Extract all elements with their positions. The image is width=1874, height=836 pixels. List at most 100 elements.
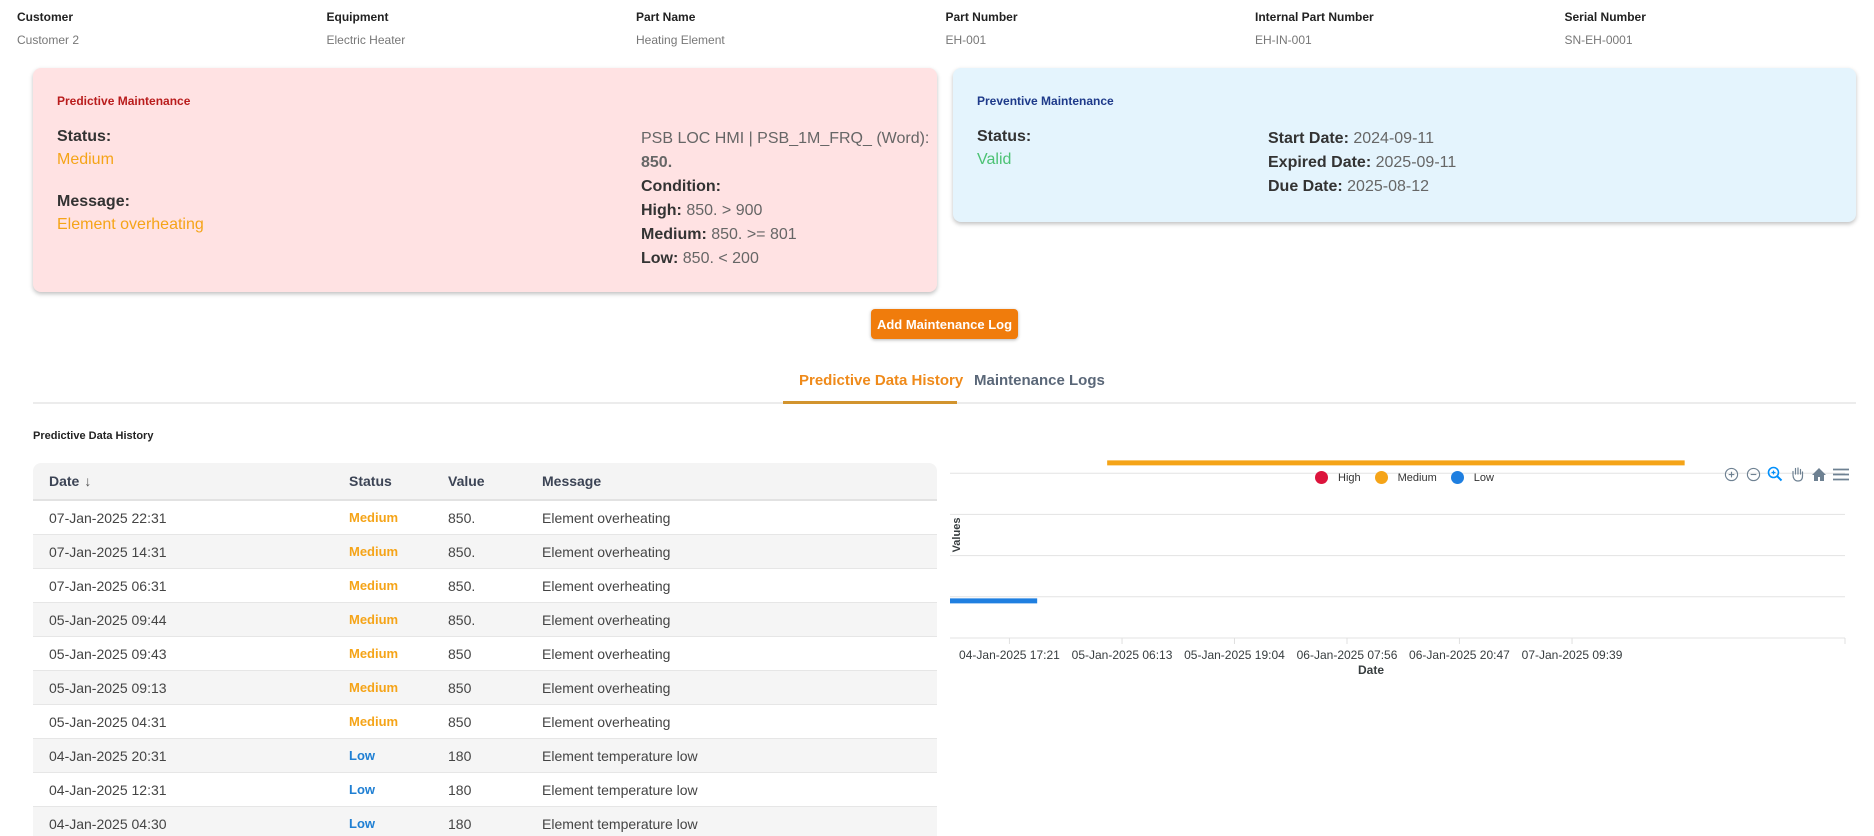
predictive-history-table: Date ↓ Status Value Message 07-Jan-2025 2… <box>33 463 937 836</box>
info-value: EH-IN-001 <box>1255 33 1312 47</box>
condition-high: High: 850. > 900 <box>641 199 929 223</box>
condition-low: Low: 850. < 200 <box>641 247 929 271</box>
zoom-in-icon[interactable] <box>1723 466 1739 482</box>
add-maintenance-log-button[interactable]: Add Maintenance Log <box>871 309 1018 339</box>
sort-down-arrow-icon[interactable]: ↓ <box>84 473 91 489</box>
info-value: Heating Element <box>636 33 725 47</box>
info-label: Serial Number <box>1564 10 1646 24</box>
cell-message: Element overheating <box>542 713 671 730</box>
status-value: Medium <box>57 151 114 168</box>
legend-marker-medium <box>1374 471 1388 484</box>
cell-message: Element overheating <box>542 577 671 594</box>
tag-value: 850. <box>641 154 673 171</box>
menu-icon[interactable] <box>1833 466 1849 482</box>
table-row[interactable]: 05-Jan-2025 09:44 Medium 850. Element overh… <box>33 603 937 637</box>
cell-message: Element overheating <box>542 509 671 526</box>
legend-marker-high <box>1315 471 1328 484</box>
message-label: Message: <box>57 193 130 210</box>
cell-date: 07-Jan-2025 22:31 <box>49 509 167 526</box>
info-customer: Customer Customer 2 <box>17 10 327 47</box>
legend-marker-low <box>1450 471 1464 484</box>
cell-date: 04-Jan-2025 04:30 <box>49 815 167 832</box>
zoom-out-icon[interactable] <box>1745 466 1761 482</box>
condition-medium-text: 850. >= 801 <box>711 226 797 243</box>
table-row[interactable]: 07-Jan-2025 06:31 Medium 850. Element overh… <box>33 569 937 603</box>
message-value: Element overheating <box>57 216 204 233</box>
cell-date: 05-Jan-2025 04:31 <box>49 713 167 730</box>
status-label: Status: <box>977 128 1032 145</box>
expired-date: Expired Date: 2025-09-11 <box>1268 151 1456 175</box>
condition-block: PSB LOC HMI | PSB_1M_FRQ_ (Word): 850. C… <box>641 127 929 271</box>
cell-date: 07-Jan-2025 14:31 <box>49 543 167 560</box>
legend-item-high[interactable]: High <box>1315 471 1361 484</box>
cell-message: Element overheating <box>542 543 671 560</box>
cell-status: Medium <box>349 544 399 559</box>
cell-date: 04-Jan-2025 20:31 <box>49 747 167 764</box>
predictive-chart: High Medium Low 0200400600800100004-Jan-… <box>847 427 1874 836</box>
info-equipment: Equipment Electric Heater <box>327 10 637 47</box>
legend-label: Low <box>1473 471 1494 484</box>
info-label: Equipment <box>326 10 389 24</box>
dates-block: Start Date: 2024-09-11 Expired Date: 202… <box>1268 127 1456 199</box>
table-header: Date ↓ Status Value Message <box>33 463 937 501</box>
table-row[interactable]: 05-Jan-2025 04:31 Medium 850 Element overhe… <box>33 705 937 739</box>
condition-medium: Medium: 850. >= 801 <box>641 223 929 247</box>
table-row[interactable]: 05-Jan-2025 09:13 Medium 850 Element overhe… <box>33 671 937 705</box>
cell-value: 180 <box>448 815 472 832</box>
reset-home-icon[interactable] <box>1811 466 1827 482</box>
active-tab-indicator <box>783 401 957 404</box>
preventive-maintenance-card: Preventive Maintenance Status: Valid Sta… <box>953 68 1856 222</box>
legend-item-low[interactable]: Low <box>1450 471 1494 484</box>
column-header-label: Date <box>49 473 80 489</box>
chart-toolbar <box>1723 466 1849 482</box>
cell-message: Element temperature low <box>542 747 698 764</box>
table-row[interactable]: 04-Jan-2025 12:31 Low 180 Element temperatu… <box>33 773 937 807</box>
chart-plot: 0200400600800100004-Jan-2025 04:3004-Jan… <box>847 427 1846 677</box>
table-row[interactable]: 04-Jan-2025 04:30 Low 180 Element temperatu… <box>33 807 937 836</box>
table-row[interactable]: 07-Jan-2025 22:31 Medium 850. Element overh… <box>33 501 937 535</box>
tab-bar: Predictive Data History Maintenance Logs <box>33 360 1856 404</box>
cell-message: Element overheating <box>542 645 671 662</box>
cell-status: Medium <box>349 578 399 593</box>
info-value: EH-001 <box>945 33 987 47</box>
column-header-value[interactable]: Value <box>448 473 542 489</box>
predictive-maintenance-card: Predictive Maintenance Status: Medium Me… <box>33 68 937 292</box>
legend-item-medium[interactable]: Medium <box>1374 471 1437 484</box>
expired-date-value: 2025-09-11 <box>1375 154 1457 171</box>
tab-predictive-data-history[interactable]: Predictive Data History <box>799 372 963 389</box>
x-tick-label: 04-Jan-2025 17:21 <box>959 648 1060 662</box>
condition-low-text: 850. < 200 <box>682 250 759 267</box>
section-title: Predictive Data History <box>33 430 154 442</box>
card-title: Predictive Maintenance <box>57 94 191 108</box>
info-value: SN-EH-0001 <box>1564 33 1633 47</box>
cell-status: Medium <box>349 510 399 525</box>
info-serial-number: Serial Number SN-EH-0001 <box>1565 10 1874 47</box>
pan-hand-icon[interactable] <box>1789 466 1805 482</box>
x-tick-label: 05-Jan-2025 19:04 <box>1184 648 1285 662</box>
cell-value: 850. <box>448 577 476 594</box>
expired-date-label: Expired Date: <box>1268 154 1372 171</box>
cell-status: Medium <box>349 680 399 695</box>
cell-status: Medium <box>349 714 399 729</box>
column-header-status[interactable]: Status <box>349 473 448 489</box>
cell-value: 850. <box>448 611 476 628</box>
table-row[interactable]: 07-Jan-2025 14:31 Medium 850. Element overh… <box>33 535 937 569</box>
start-date-label: Start Date: <box>1268 130 1349 147</box>
chart-legend: High Medium Low <box>1315 471 1508 484</box>
x-tick-label: 05-Jan-2025 06:13 <box>1072 648 1173 662</box>
column-header-message[interactable]: Message <box>542 473 937 489</box>
cell-value: 850 <box>448 713 472 730</box>
cell-status: Low <box>349 748 375 763</box>
cell-date: 05-Jan-2025 09:43 <box>49 645 167 662</box>
table-row[interactable]: 04-Jan-2025 20:31 Low 180 Element temperatu… <box>33 739 937 773</box>
info-value: Electric Heater <box>326 33 406 47</box>
cell-status: Medium <box>349 646 399 661</box>
part-info-row: Customer Customer 2 Equipment Electric H… <box>17 10 1874 47</box>
x-tick-label: 06-Jan-2025 07:56 <box>1297 648 1398 662</box>
tab-maintenance-logs[interactable]: Maintenance Logs <box>974 372 1105 389</box>
column-header-date[interactable]: Date ↓ <box>33 473 349 489</box>
info-label: Part Name <box>636 10 696 24</box>
selection-zoom-icon[interactable] <box>1767 466 1783 482</box>
x-tick-label: 06-Jan-2025 20:47 <box>1409 648 1510 662</box>
table-row[interactable]: 05-Jan-2025 09:43 Medium 850 Element overhe… <box>33 637 937 671</box>
